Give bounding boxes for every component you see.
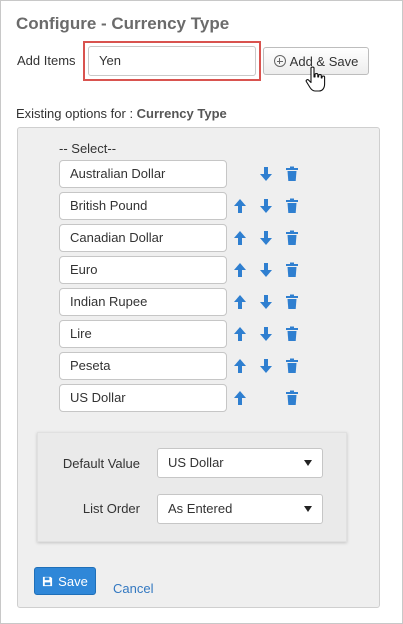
arrow-down-icon[interactable] bbox=[259, 294, 273, 310]
arrow-down-icon[interactable] bbox=[259, 230, 273, 246]
list-order-label: List Order bbox=[82, 501, 140, 516]
floppy-disk-icon bbox=[43, 576, 53, 586]
existing-options-field: Currency Type bbox=[136, 106, 227, 121]
arrow-up-icon[interactable] bbox=[233, 326, 247, 342]
plus-circle-icon bbox=[273, 55, 286, 67]
option-us-dollar[interactable]: US Dollar bbox=[59, 384, 227, 412]
trash-icon[interactable] bbox=[285, 166, 299, 182]
add-items-highlight: Yen bbox=[83, 41, 261, 81]
arrow-down-icon[interactable] bbox=[259, 262, 273, 278]
option-peseta[interactable]: Peseta bbox=[59, 352, 227, 380]
arrow-up-icon[interactable] bbox=[233, 294, 247, 310]
trash-icon[interactable] bbox=[285, 262, 299, 278]
option-lire[interactable]: Lire bbox=[59, 320, 227, 348]
default-value-label: Default Value bbox=[62, 456, 140, 471]
trash-icon[interactable] bbox=[285, 390, 299, 406]
option-australian-dollar[interactable]: Australian Dollar bbox=[59, 160, 227, 188]
caret-down-icon bbox=[304, 460, 312, 466]
caret-down-icon bbox=[304, 506, 312, 512]
select-hint: -- Select-- bbox=[59, 141, 117, 156]
trash-icon[interactable] bbox=[285, 198, 299, 214]
arrow-down-icon[interactable] bbox=[259, 198, 273, 214]
arrow-up-icon[interactable] bbox=[233, 198, 247, 214]
arrow-up-icon[interactable] bbox=[233, 390, 247, 406]
list-order-select[interactable]: As Entered bbox=[157, 494, 323, 524]
option-canadian-dollar[interactable]: Canadian Dollar bbox=[59, 224, 227, 252]
option-indian-rupee[interactable]: Indian Rupee bbox=[59, 288, 227, 316]
trash-icon[interactable] bbox=[285, 326, 299, 342]
trash-icon[interactable] bbox=[285, 358, 299, 374]
trash-icon[interactable] bbox=[285, 294, 299, 310]
save-button-label: Save bbox=[58, 573, 88, 589]
cancel-link[interactable]: Cancel bbox=[113, 581, 153, 596]
arrow-up-icon[interactable] bbox=[233, 262, 247, 278]
list-order-selected: As Entered bbox=[168, 501, 233, 516]
arrow-down-icon[interactable] bbox=[259, 166, 273, 182]
default-value-select[interactable]: US Dollar bbox=[157, 448, 323, 478]
option-british-pound[interactable]: British Pound bbox=[59, 192, 227, 220]
hand-cursor-icon bbox=[305, 66, 326, 92]
add-items-input[interactable]: Yen bbox=[88, 46, 256, 76]
save-button[interactable]: Save bbox=[34, 567, 96, 595]
page-title: Configure - Currency Type bbox=[16, 14, 230, 33]
option-euro[interactable]: Euro bbox=[59, 256, 227, 284]
existing-options-label: Existing options for : Currency Type bbox=[16, 106, 227, 121]
arrow-up-icon[interactable] bbox=[233, 358, 247, 374]
arrow-up-icon[interactable] bbox=[233, 230, 247, 246]
add-items-label: Add Items bbox=[17, 53, 76, 68]
default-value-selected: US Dollar bbox=[168, 455, 224, 470]
arrow-down-icon[interactable] bbox=[259, 358, 273, 374]
trash-icon[interactable] bbox=[285, 230, 299, 246]
arrow-down-icon[interactable] bbox=[259, 326, 273, 342]
